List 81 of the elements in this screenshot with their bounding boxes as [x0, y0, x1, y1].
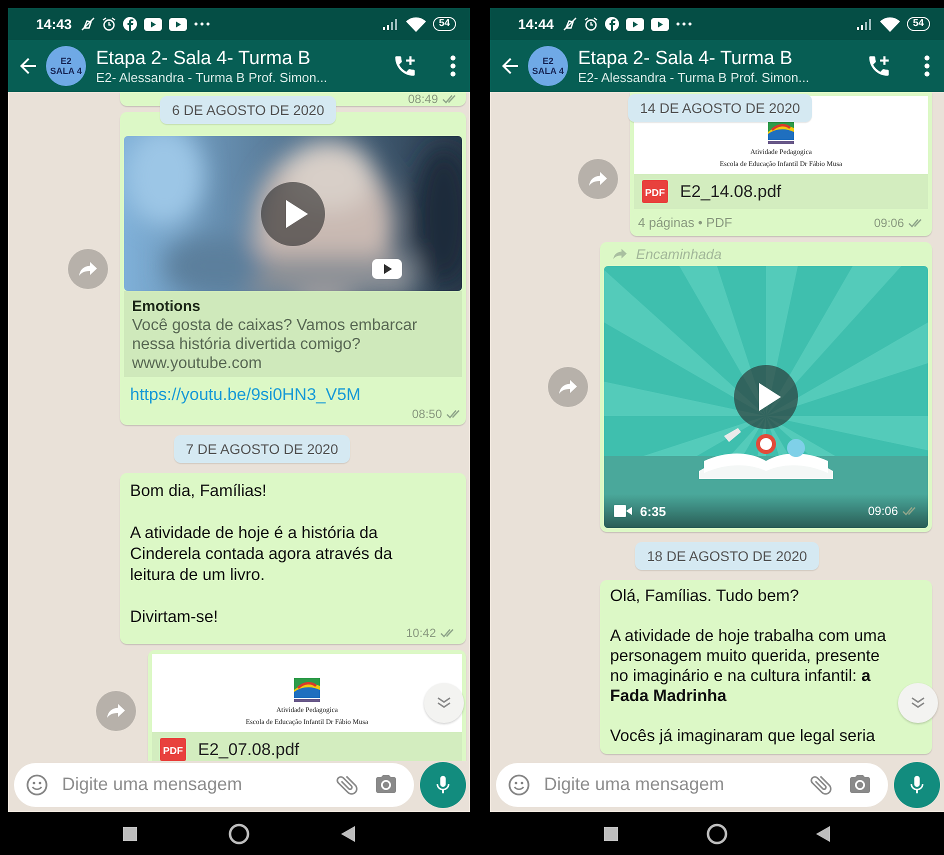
link-preview[interactable]: Emotions Você gosta de caixas? Vamos embarcar nessa história divertida comigo? www.youtube.com	[124, 291, 462, 377]
video-app-icon	[650, 18, 669, 30]
chat-subtitle: E2- Alessandra - Turma B Prof. Simon...	[96, 70, 328, 86]
file-type-badge: PDF	[642, 180, 668, 203]
status-time: 14:43	[36, 16, 72, 32]
avatar-text: SALA 4	[50, 66, 82, 76]
mic-button[interactable]	[420, 762, 466, 808]
recent-apps-icon[interactable]	[604, 826, 618, 840]
forward-arrow-icon	[78, 260, 98, 276]
wifi-icon	[406, 16, 426, 32]
home-icon[interactable]	[228, 822, 250, 844]
emoji-icon[interactable]	[508, 774, 530, 796]
message-time: 08:49	[408, 92, 438, 106]
signal-icon	[856, 18, 873, 30]
group-avatar[interactable]: E2 SALA 4	[528, 46, 568, 86]
avatar-text: SALA 4	[532, 66, 564, 76]
muted-icon	[562, 17, 577, 31]
more-notifications-icon	[676, 22, 692, 26]
muted-icon	[80, 17, 95, 31]
forward-arrow-icon	[612, 248, 628, 260]
status-time: 14:44	[518, 16, 554, 32]
message-time: 09:06	[874, 216, 904, 230]
more-notifications-icon	[194, 22, 210, 26]
battery-level: 54	[432, 17, 456, 31]
message-text: Olá, Famílias. Tudo bem? A atividade de hoje trabalha com uma personagem muito querida, presente no imaginário e na cultura infantil: a Fada Madrinha Vocês já imaginaram que legal seria	[609, 586, 888, 747]
battery-level: 54	[906, 17, 930, 31]
video-duration: 6:35	[640, 504, 668, 518]
alarm-icon	[102, 17, 116, 31]
avatar-text: E2	[60, 56, 72, 66]
file-name[interactable]: E2_14.08.pdf	[680, 182, 782, 202]
signal-icon	[382, 18, 399, 30]
alarm-icon	[584, 17, 598, 31]
double-chevron-icon	[911, 697, 925, 709]
chat-title[interactable]: Etapa 2- Sala 4- Turma B	[96, 46, 372, 70]
emoji-icon[interactable]	[26, 774, 48, 796]
video-logo-icon	[372, 259, 402, 279]
preview-domain: www.youtube.com	[132, 354, 263, 373]
message-text: Bom dia, Famílias! A atividade de hoje é a história da Cinderela contada agora através da leitura de um livro. Divirtam-se!	[129, 481, 394, 628]
wifi-icon	[880, 16, 900, 32]
file-type-badge: PDF	[160, 738, 186, 761]
file-info: 4 páginas • PDF	[638, 215, 732, 230]
play-icon[interactable]	[734, 365, 798, 429]
play-icon[interactable]	[261, 182, 325, 246]
message-field[interactable]: Digite uma mensagem	[496, 762, 888, 806]
video-app-icon	[168, 18, 187, 30]
date-label: 14 DE AGOSTO DE 2020	[628, 94, 812, 122]
preview-description: Você gosta de caixas? Vamos embarcar nessa história divertida comigo?	[132, 316, 418, 354]
group-avatar[interactable]: E2 SALA 4	[46, 46, 86, 86]
message-input[interactable]: Digite uma mensagem	[62, 774, 320, 795]
chat-title[interactable]: Etapa 2- Sala 4- Turma B	[578, 46, 846, 70]
preview-title: Emotions	[132, 297, 202, 316]
forward-arrow-icon	[558, 379, 578, 395]
forward-arrow-icon	[106, 702, 126, 718]
message-time: 08:50	[412, 407, 442, 421]
recent-apps-icon[interactable]	[123, 826, 138, 840]
message-field[interactable]: Digite uma mensagem	[14, 762, 414, 806]
message-time: 09:06	[868, 504, 898, 518]
video-app-icon	[144, 18, 162, 30]
forward-arrow-icon	[588, 171, 608, 187]
logo-icon	[294, 678, 320, 702]
video-app-icon	[626, 18, 644, 30]
facebook-icon	[122, 17, 137, 31]
date-label: 18 DE AGOSTO DE 2020	[635, 542, 820, 570]
chat-subtitle: E2- Alessandra - Turma B Prof. Simon...	[578, 70, 810, 86]
back-icon[interactable]	[816, 826, 830, 842]
file-name[interactable]: E2_07.08.pdf	[198, 740, 300, 760]
message-time: 10:42	[406, 626, 436, 640]
video-camera-icon	[614, 505, 632, 517]
date-label: 7 DE AGOSTO DE 2020	[174, 435, 350, 463]
forwarded-label: Encaminhada	[636, 246, 722, 262]
mic-button[interactable]	[894, 762, 940, 808]
home-icon[interactable]	[706, 822, 728, 844]
back-icon[interactable]	[340, 826, 355, 842]
menu-icon[interactable]	[924, 55, 930, 77]
message-input[interactable]: Digite uma mensagem	[544, 774, 794, 795]
logo-icon	[768, 120, 794, 144]
avatar-text: E2	[542, 56, 554, 66]
date-label: 6 DE AGOSTO DE 2020	[160, 96, 336, 124]
facebook-icon	[604, 17, 619, 31]
double-chevron-icon	[437, 697, 451, 709]
menu-icon[interactable]	[450, 55, 456, 77]
